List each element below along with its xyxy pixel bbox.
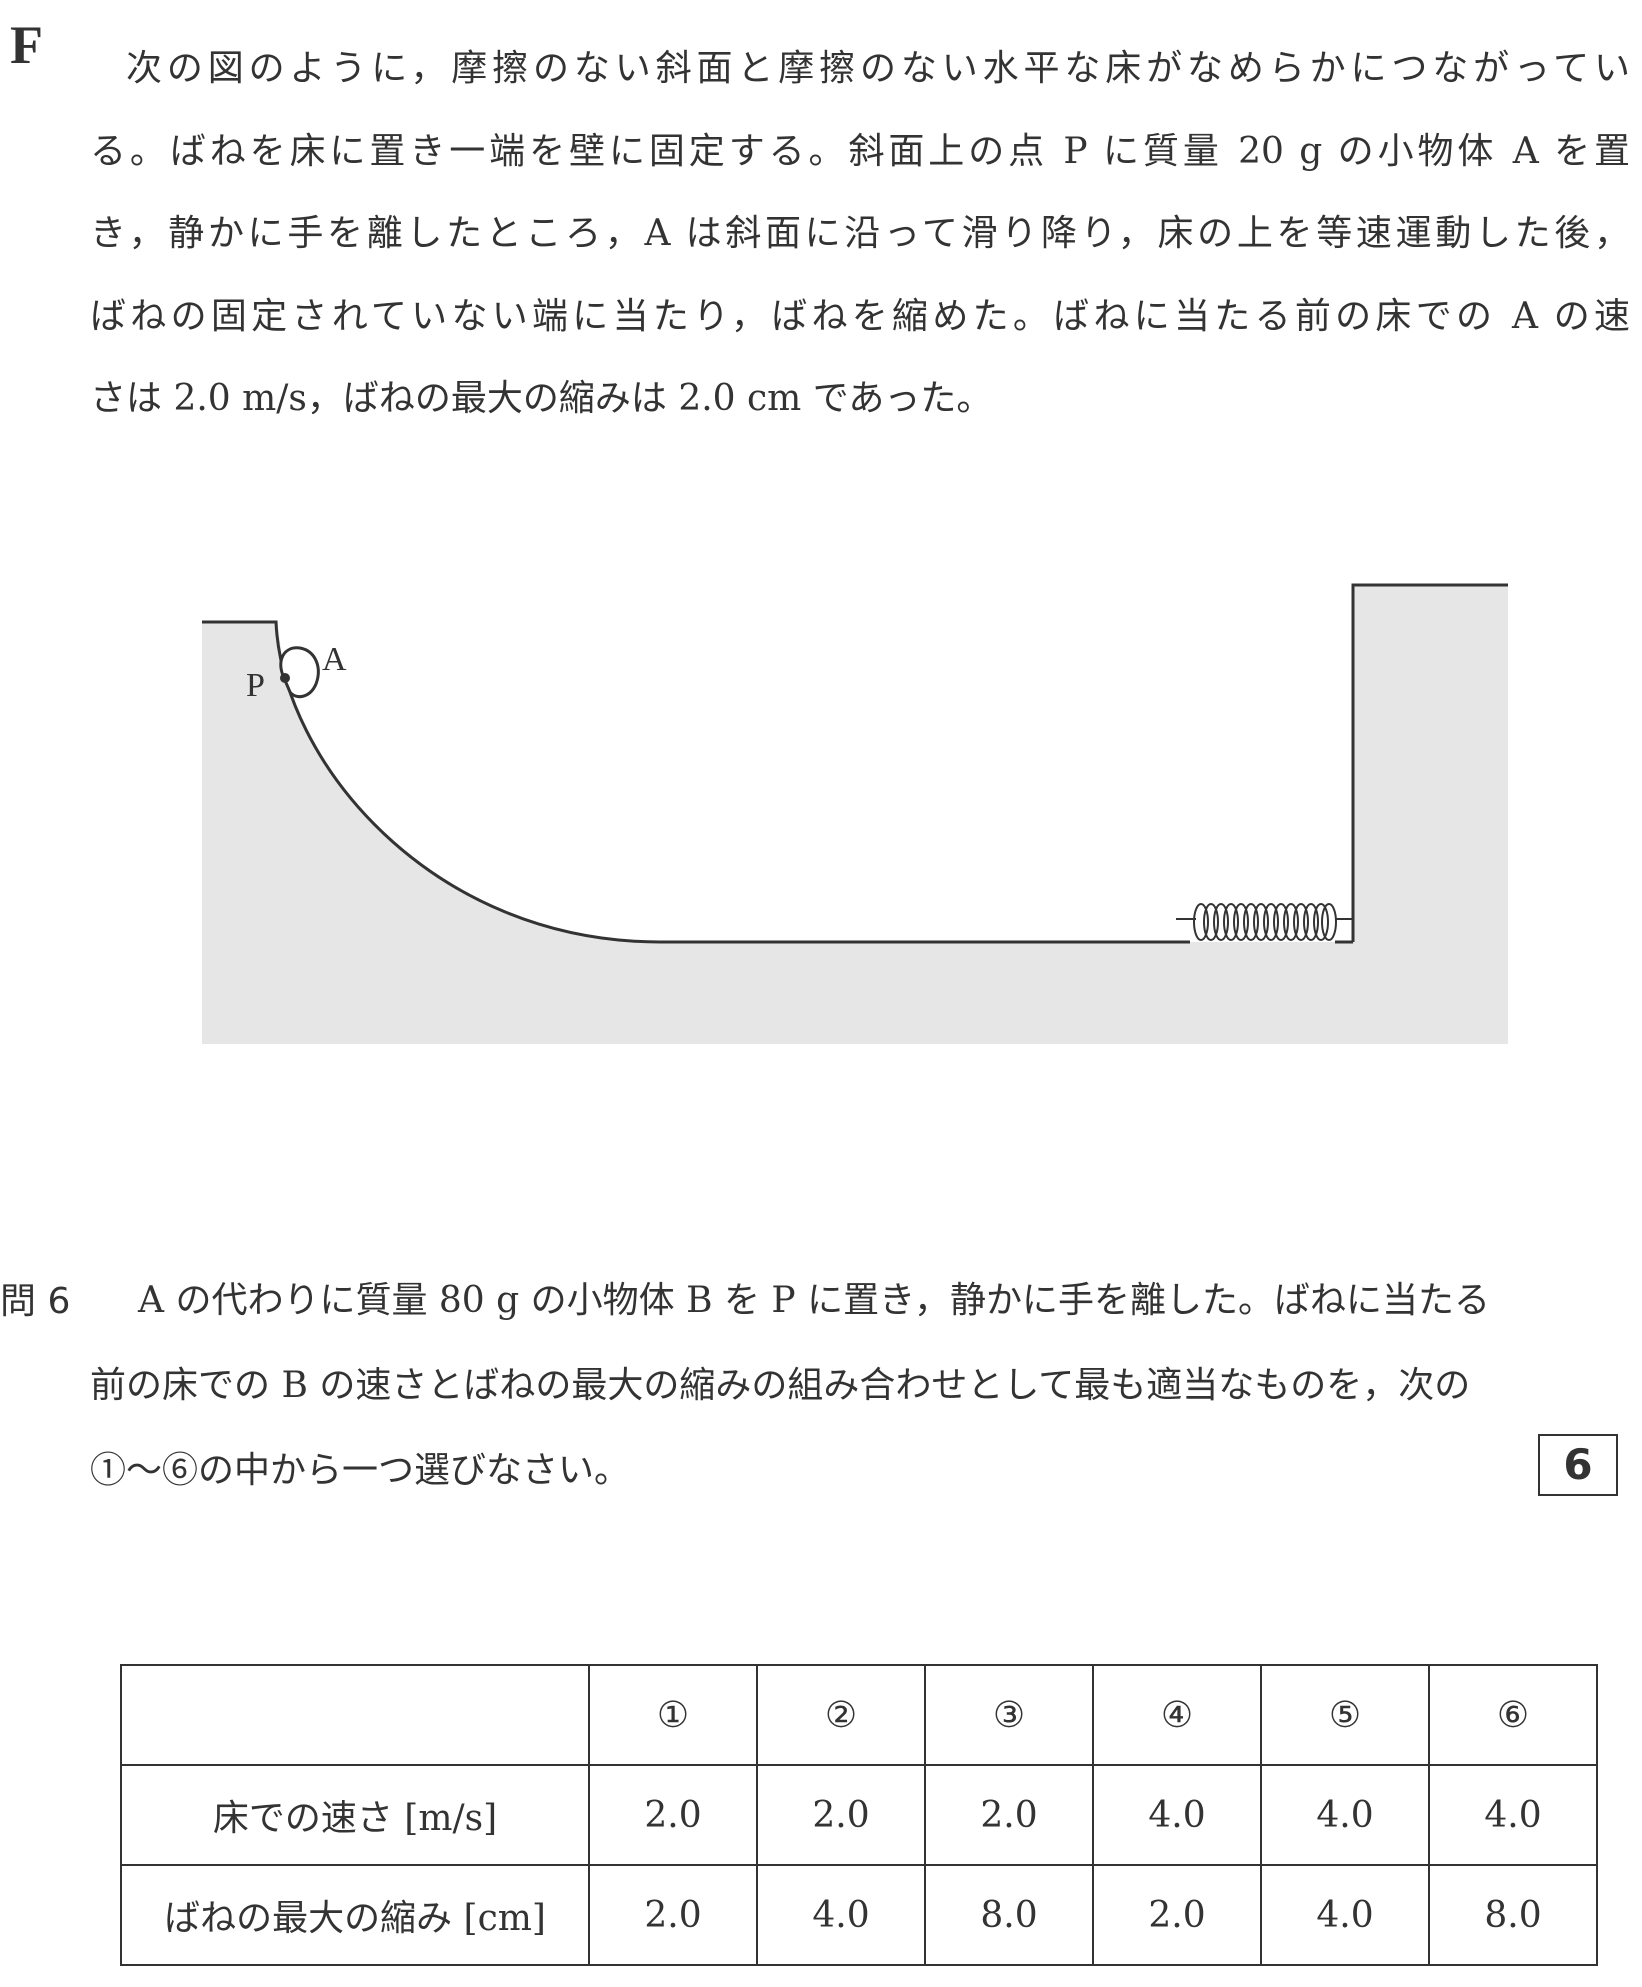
answer-box[interactable]: 6 bbox=[1538, 1434, 1618, 1496]
table-cell: 4.0 bbox=[1260, 1764, 1430, 1866]
table-header-cell bbox=[120, 1664, 590, 1766]
table-cell: 2.0 bbox=[1092, 1864, 1262, 1966]
choice-2-header[interactable]: ② bbox=[756, 1664, 926, 1766]
table-cell: 8.0 bbox=[1428, 1864, 1598, 1966]
table-row: ばねの最大の縮み [cm] 2.0 4.0 8.0 2.0 4.0 8.0 bbox=[120, 1864, 1598, 1966]
table-cell: 8.0 bbox=[924, 1864, 1094, 1966]
label-p: P bbox=[246, 667, 265, 704]
choice-3-header[interactable]: ③ bbox=[924, 1664, 1094, 1766]
table-cell: 2.0 bbox=[924, 1764, 1094, 1866]
question-number: 問 6 bbox=[0, 1281, 71, 1322]
label-a: A bbox=[322, 641, 347, 678]
choice-1-header[interactable]: ① bbox=[588, 1664, 758, 1766]
choice-5-header[interactable]: ⑤ bbox=[1260, 1664, 1430, 1766]
spring bbox=[1176, 903, 1353, 941]
table-cell: 4.0 bbox=[1260, 1864, 1430, 1966]
choices-table: ① ② ③ ④ ⑤ ⑥ 床での速さ [m/s] 2.0 2.0 2.0 4.0 … bbox=[120, 1664, 1598, 1966]
question-line: ①〜⑥の中から一つ選びなさい。 bbox=[90, 1450, 631, 1491]
table-header-row: ① ② ③ ④ ⑤ ⑥ bbox=[120, 1664, 1598, 1766]
choice-6-header[interactable]: ⑥ bbox=[1428, 1664, 1598, 1766]
question-text: A の代わりに質量 80 g の小物体 B を P に置き，静かに手を離した。ば… bbox=[90, 1258, 1620, 1513]
table-cell: 4.0 bbox=[756, 1864, 926, 1966]
question-line: A の代わりに質量 80 g の小物体 B を P に置き，静かに手を離した。ば… bbox=[138, 1280, 1490, 1321]
row-label: ばねの最大の縮み [cm] bbox=[120, 1864, 590, 1966]
table-cell: 2.0 bbox=[588, 1764, 758, 1866]
ground-region bbox=[202, 585, 1508, 1044]
table-cell: 4.0 bbox=[1428, 1764, 1598, 1866]
table-row: 床での速さ [m/s] 2.0 2.0 2.0 4.0 4.0 4.0 bbox=[120, 1764, 1598, 1866]
choice-4-header[interactable]: ④ bbox=[1092, 1664, 1262, 1766]
table-cell: 4.0 bbox=[1092, 1764, 1262, 1866]
table-cell: 2.0 bbox=[756, 1764, 926, 1866]
question-line: 前の床での B の速さとばねの最大の縮みの組み合わせとして最も適当なものを，次の bbox=[90, 1365, 1471, 1406]
table-cell: 2.0 bbox=[588, 1864, 758, 1966]
row-label: 床での速さ [m/s] bbox=[120, 1764, 590, 1866]
point-p bbox=[280, 673, 290, 683]
